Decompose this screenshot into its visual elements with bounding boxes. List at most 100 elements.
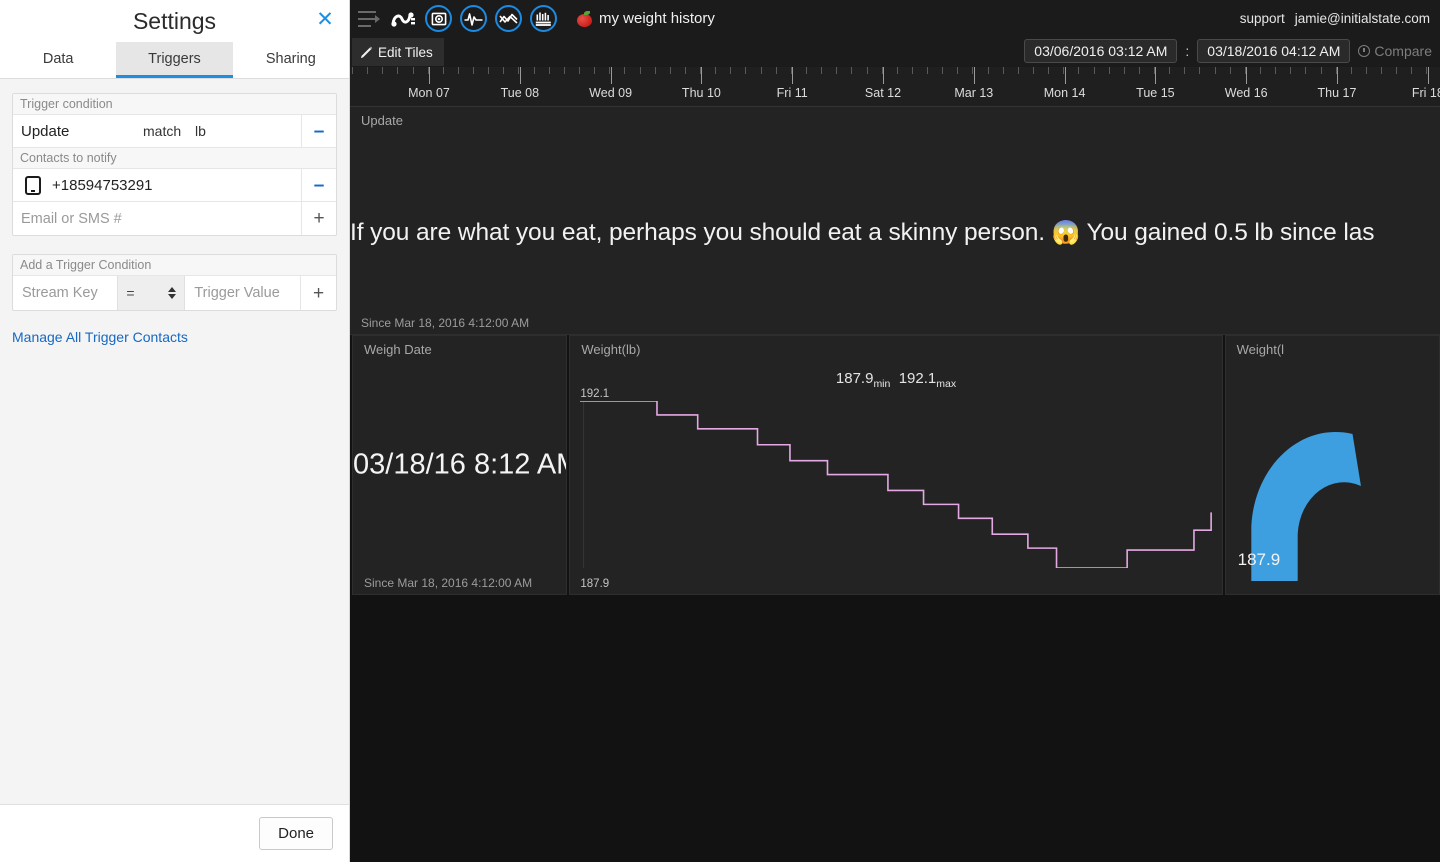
message-text-after: You gained 0.5 lb since las: [1080, 219, 1375, 246]
update-message-tile[interactable]: Update If you are what you eat, perhaps …: [350, 107, 1440, 335]
settings-body: Trigger condition Update match lb – Cont…: [0, 79, 349, 347]
ruler-major-tick: [1337, 67, 1338, 84]
ruler-minor-tick: [957, 67, 959, 74]
trigger-value-input[interactable]: [194, 285, 291, 301]
tile-footer: Since Mar 18, 2016 4:12:00 AM: [361, 316, 530, 330]
tab-data[interactable]: Data: [0, 42, 117, 78]
ruler-minor-tick: [1002, 67, 1004, 74]
ruler-major-tick: [610, 67, 612, 84]
contact-fields: +18594753291: [13, 175, 301, 195]
ruler-minor-tick: [352, 67, 353, 74]
camera-icon[interactable]: [425, 5, 452, 32]
ruler-minor-tick: [1275, 67, 1277, 74]
compare-label: Compare: [1374, 43, 1432, 59]
ruler-minor-tick: [1078, 67, 1080, 74]
ruler-day-label: Wed 09: [589, 86, 633, 100]
plus-icon: +: [313, 208, 325, 229]
ruler-minor-tick: [382, 67, 384, 74]
trigger-operator: match: [143, 123, 182, 139]
line-chart-icon[interactable]: [495, 5, 522, 32]
ruler-minor-tick: [806, 67, 807, 74]
ruler-minor-tick: [1123, 67, 1125, 74]
ruler-minor-tick: [1350, 67, 1352, 74]
contact-input[interactable]: [21, 210, 293, 227]
chart-max-value: 192.1: [898, 370, 937, 387]
weigh-date-value: 03/18/16 8:12 AM: [353, 448, 568, 481]
add-condition-button[interactable]: +: [301, 276, 336, 310]
tile-label: Weight(lb): [581, 342, 641, 357]
ruler-minor-tick: [594, 67, 596, 74]
end-date-field[interactable]: 03/18/2016 04:12 AM: [1197, 39, 1351, 63]
ruler-day-label: Fri 18: [1411, 86, 1440, 100]
menu-icon[interactable]: [358, 10, 380, 27]
tab-sharing[interactable]: Sharing: [232, 42, 349, 78]
ruler-major-tick: [519, 67, 521, 84]
ruler-minor-tick: [579, 67, 580, 74]
settings-panel: Settings ✕ Data Triggers Sharing Trigger…: [0, 0, 350, 862]
bar-chart-icon[interactable]: [530, 5, 557, 32]
ruler-major-tick: [1246, 67, 1248, 84]
account-email[interactable]: jamie@initialstate.com: [1295, 11, 1430, 26]
settings-tabs: Data Triggers Sharing: [0, 42, 349, 79]
remove-contact-button[interactable]: –: [301, 169, 336, 201]
ruler-minor-tick: [836, 67, 838, 74]
add-contact-button[interactable]: +: [301, 202, 336, 235]
close-icon[interactable]: ✕: [313, 8, 337, 32]
remove-trigger-button[interactable]: –: [301, 115, 336, 147]
weight-gauge-tile[interactable]: Weight(l 187.9: [1224, 335, 1440, 595]
tab-triggers[interactable]: Triggers: [116, 42, 233, 78]
minus-icon: –: [313, 120, 325, 142]
support-link[interactable]: support: [1240, 11, 1285, 26]
ruler-major-tick: [1427, 67, 1429, 84]
add-condition-legend: Add a Trigger Condition: [13, 255, 336, 276]
ruler-minor-tick: [639, 67, 641, 74]
ruler-minor-tick: [775, 67, 777, 74]
weight-chart-tile[interactable]: Weight(lb) 187.9min 192.1max 192.1 187.9: [569, 335, 1223, 595]
ruler-minor-tick: [548, 67, 550, 74]
chart-max-suffix: max: [936, 378, 957, 390]
trigger-value-field-wrap: [185, 276, 301, 310]
done-button[interactable]: Done: [259, 817, 333, 850]
dashboard-title: my weight history: [599, 10, 715, 27]
nav-icon-group: [390, 5, 557, 32]
compare-button[interactable]: Compare: [1358, 43, 1432, 59]
settings-footer: Done: [0, 804, 349, 862]
ruler-minor-tick: [1305, 67, 1307, 74]
chart-y-axis-min-label: 187.9: [580, 578, 610, 590]
weigh-date-tile[interactable]: Weigh Date 03/18/16 8:12 AM Since Mar 18…: [352, 335, 568, 595]
ruler-day-label: Thu 17: [1317, 86, 1357, 100]
ruler-day-label: Tue 08: [500, 86, 540, 100]
ruler-minor-tick: [851, 67, 853, 74]
ruler-minor-tick: [1365, 67, 1367, 74]
manage-trigger-contacts-link[interactable]: Manage All Trigger Contacts: [12, 329, 188, 345]
timeline-ruler[interactable]: Mon 07 Tue 08 Wed 09 Thu 10 Fri 11 Sat 12 Mar …: [350, 67, 1440, 107]
trigger-value: lb: [195, 123, 206, 139]
operator-select-value: =: [126, 285, 135, 301]
signal-wave-icon[interactable]: [390, 5, 417, 32]
ruler-minor-tick: [1108, 67, 1110, 74]
ruler-minor-tick: [896, 67, 898, 74]
ruler-minor-tick: [866, 67, 868, 74]
ruler-minor-tick: [1381, 67, 1383, 74]
mobile-phone-icon: [25, 175, 41, 195]
ruler-minor-tick: [821, 67, 823, 74]
pencil-icon: [360, 46, 373, 58]
operator-select[interactable]: =: [117, 276, 186, 310]
edit-tiles-button[interactable]: Edit Tiles: [352, 38, 444, 66]
tile-footer: Since Mar 18, 2016 4:12:00 AM: [364, 576, 533, 590]
stream-key-input[interactable]: [22, 285, 109, 301]
ruler-minor-tick: [412, 67, 414, 74]
ruler-minor-tick: [1320, 67, 1322, 74]
trigger-condition-fields: Update match lb: [13, 123, 301, 140]
ruler-minor-tick: [669, 67, 671, 74]
trigger-condition-row: Update match lb –: [13, 115, 336, 148]
start-date-field[interactable]: 03/06/2016 03:12 AM: [1024, 39, 1178, 63]
ruler-minor-tick: [715, 67, 717, 74]
ruler-minor-tick: [1396, 67, 1398, 74]
dashboard-topbar: my weight history support jamie@initials…: [350, 0, 1440, 37]
ruler-major-tick: [1155, 67, 1157, 84]
dashboard: my weight history support jamie@initials…: [350, 0, 1440, 862]
waveform-icon[interactable]: [460, 5, 487, 32]
add-condition-row: = +: [13, 276, 336, 310]
chart-minmax-annotation: 187.9min 192.1max: [570, 370, 1221, 390]
